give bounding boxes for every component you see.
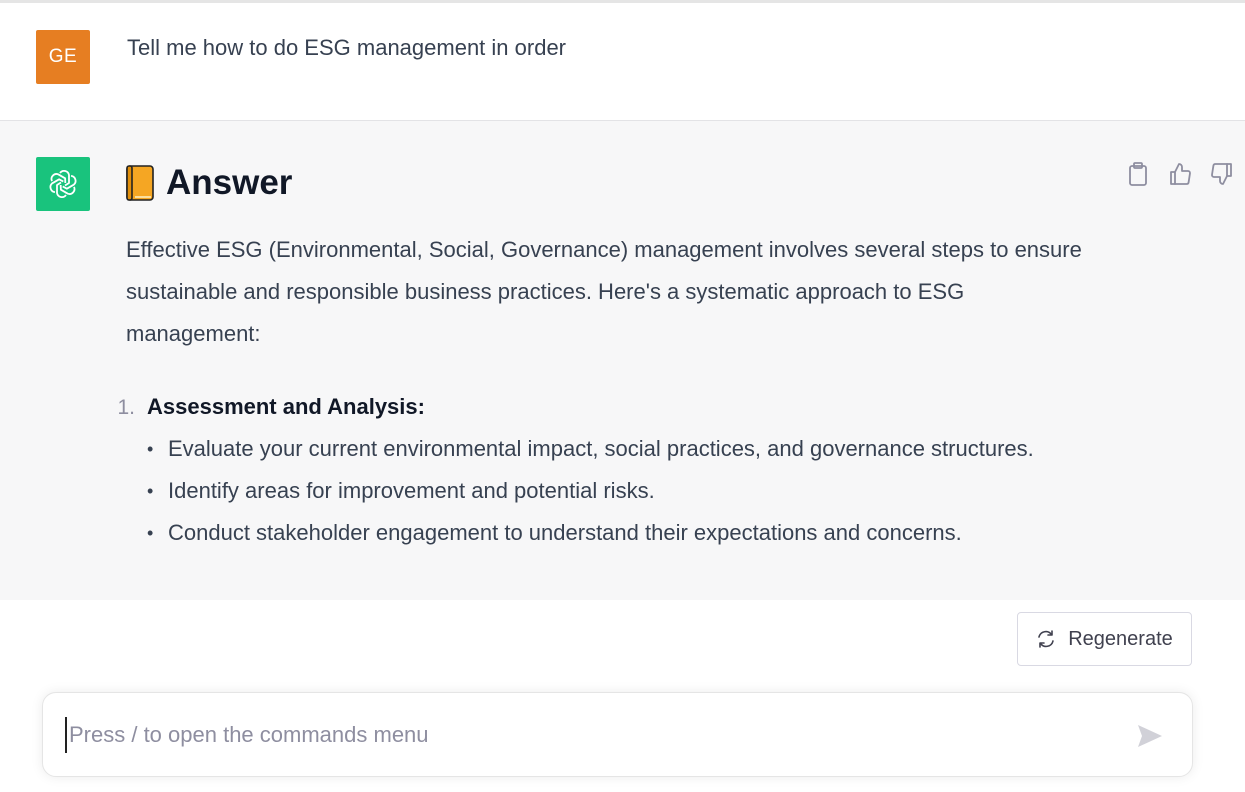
clipboard-icon (1129, 162, 1147, 186)
list-item: 1. Assessment and Analysis: (100, 386, 1100, 428)
assistant-avatar (36, 157, 90, 211)
bullet-dot: • (147, 481, 154, 501)
regenerate-button[interactable]: Regenerate (1017, 612, 1192, 666)
bullet-list: • Evaluate your current environmental im… (147, 428, 1100, 554)
list-item-title: Assessment and Analysis: (147, 394, 425, 419)
bullet-dot: • (147, 439, 154, 459)
send-icon (1138, 725, 1162, 747)
copy-button[interactable] (1125, 161, 1151, 187)
bullet-text: Identify areas for improvement and poten… (168, 478, 655, 503)
bullet-text: Conduct stakeholder engagement to unders… (168, 520, 962, 545)
bullet-item: • Evaluate your current environmental im… (147, 428, 1038, 470)
assistant-message-row: Answer Effective ESG (Environmental, Soc… (0, 121, 1245, 600)
bullet-item: • Conduct stakeholder engagement to unde… (147, 512, 1038, 554)
list-item-number: 1. (117, 396, 135, 419)
book-emoji-icon (126, 165, 154, 201)
thumbs-up-icon (1170, 163, 1191, 185)
bullet-dot: • (147, 523, 154, 543)
answer-intro-paragraph: Effective ESG (Environmental, Social, Go… (126, 237, 1082, 346)
message-actions (1125, 161, 1235, 187)
answer-title: Answer (166, 163, 293, 202)
openai-logo-icon (49, 170, 77, 198)
send-button[interactable] (1136, 722, 1164, 750)
user-message-row: GE Tell me how to do ESG management in o… (0, 3, 1245, 121)
steps-list: 1. Assessment and Analysis: • Evaluate y… (100, 386, 1100, 554)
thumbs-down-icon (1211, 163, 1232, 185)
user-avatar: GE (36, 30, 90, 84)
regenerate-label: Regenerate (1068, 627, 1173, 650)
answer-heading: Answer (126, 159, 292, 207)
user-avatar-initials: GE (48, 46, 78, 67)
chat-input[interactable] (65, 717, 1109, 753)
refresh-icon (1038, 630, 1055, 648)
user-message-text: Tell me how to do ESG management in orde… (127, 35, 567, 60)
bullet-text: Evaluate your current environmental impa… (168, 436, 1034, 461)
thumbs-down-button[interactable] (1209, 161, 1235, 187)
chat-input-container (42, 692, 1193, 777)
bullet-item: • Identify areas for improvement and pot… (147, 470, 1038, 512)
thumbs-up-button[interactable] (1167, 161, 1193, 187)
